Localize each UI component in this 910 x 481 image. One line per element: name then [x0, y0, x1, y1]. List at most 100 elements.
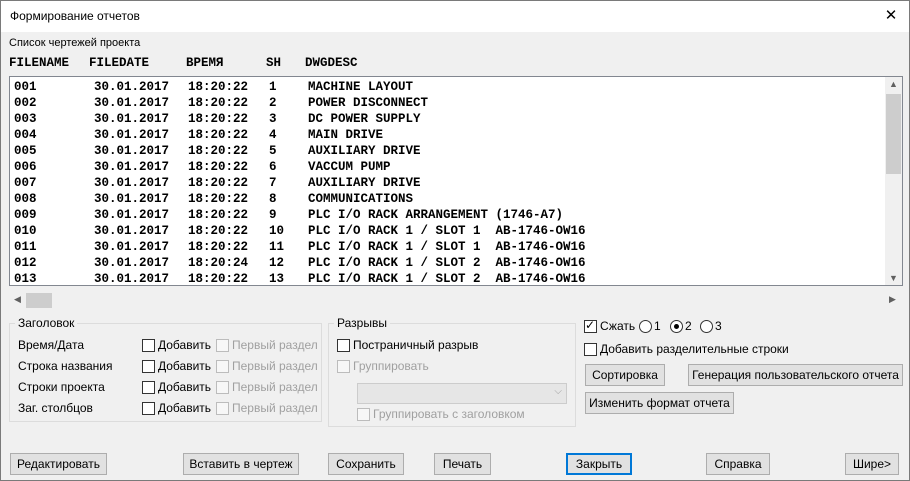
scroll-down-icon[interactable]: ▼: [885, 273, 902, 283]
table-row[interactable]: 005 30.01.2017 18:20:22 5 AUXILIARY DRIVE: [10, 143, 884, 159]
cell-sh: 7: [269, 176, 277, 190]
header-add-checkbox[interactable]: [142, 339, 155, 352]
cell-desc: AUXILIARY DRIVE: [308, 144, 421, 158]
cell-time: 18:20:22: [188, 208, 249, 222]
col-time[interactable]: ВРЕМЯ: [186, 56, 224, 70]
header-first-section-checkbox[interactable]: [216, 381, 229, 394]
cell-time: 18:20:22: [188, 80, 249, 94]
cell-sh: 4: [269, 128, 277, 142]
col-sh[interactable]: SH: [266, 56, 281, 70]
header-add-checkbox[interactable]: [142, 402, 155, 415]
header-first-section-checkbox[interactable]: [216, 360, 229, 373]
cell-filename: 002: [14, 96, 37, 110]
compress-radio-1[interactable]: [639, 320, 652, 333]
help-button[interactable]: Справка: [706, 453, 770, 475]
print-button[interactable]: Печать: [434, 453, 491, 475]
header-add-label: Добавить: [158, 338, 212, 352]
col-filedate[interactable]: FILEDATE: [89, 56, 149, 70]
cell-time: 18:20:22: [188, 144, 249, 158]
wider-button[interactable]: Шире>: [845, 453, 899, 475]
cell-desc: AUXILIARY DRIVE: [308, 176, 421, 190]
header-first-section-checkbox[interactable]: [216, 339, 229, 352]
col-filename[interactable]: FILENAME: [9, 56, 69, 70]
vertical-scrollbar[interactable]: ▲ ▼: [885, 77, 902, 285]
header-add-label: Добавить: [158, 380, 212, 394]
close-icon[interactable]: ✕: [879, 5, 903, 27]
header-add-label: Добавить: [158, 359, 212, 373]
table-row[interactable]: 004 30.01.2017 18:20:22 4 MAIN DRIVE: [10, 127, 884, 143]
separator-rows-label: Добавить разделительные строки: [600, 342, 789, 356]
page-break-label: Постраничный разрыв: [353, 338, 479, 352]
header-add-checkbox[interactable]: [142, 381, 155, 394]
scroll-up-icon[interactable]: ▲: [885, 79, 902, 89]
cell-filename: 010: [14, 224, 37, 238]
edit-button[interactable]: Редактировать: [10, 453, 107, 475]
cell-sh: 8: [269, 192, 277, 206]
cell-filedate: 30.01.2017: [94, 272, 170, 286]
vertical-scroll-thumb[interactable]: [886, 94, 901, 174]
cell-time: 18:20:22: [188, 112, 249, 126]
sort-button[interactable]: Сортировка: [585, 364, 665, 386]
cell-filedate: 30.01.2017: [94, 80, 170, 94]
cell-filename: 012: [14, 256, 37, 270]
horizontal-scroll-thumb[interactable]: [26, 293, 52, 308]
scroll-right-icon[interactable]: ▶: [884, 294, 901, 305]
drawing-list[interactable]: 001 30.01.2017 18:20:22 1 MACHINE LAYOUT 002 3…: [9, 76, 903, 286]
cell-time: 18:20:22: [188, 176, 249, 190]
table-row[interactable]: 002 30.01.2017 18:20:22 2 POWER DISCONNECT: [10, 95, 884, 111]
header-first-section-checkbox[interactable]: [216, 402, 229, 415]
table-row[interactable]: 006 30.01.2017 18:20:22 6 VACCUM PUMP: [10, 159, 884, 175]
cell-time: 18:20:22: [188, 128, 249, 142]
col-dwgdesc[interactable]: DWGDESC: [305, 56, 358, 70]
table-row[interactable]: 010 30.01.2017 18:20:22 10 PLC I/O RACK 1 / …: [10, 223, 884, 239]
compress-radio-3-label: 3: [715, 319, 722, 333]
change-format-button[interactable]: Изменить формат отчета: [585, 392, 734, 414]
cell-filedate: 30.01.2017: [94, 192, 170, 206]
header-row-label: Строки проекта: [18, 380, 105, 394]
cell-sh: 5: [269, 144, 277, 158]
compress-checkbox[interactable]: [584, 318, 597, 333]
cell-time: 18:20:22: [188, 272, 249, 286]
compress-radio-2[interactable]: [670, 320, 683, 333]
table-row[interactable]: 001 30.01.2017 18:20:22 1 MACHINE LAYOUT: [10, 79, 884, 95]
table-row[interactable]: 003 30.01.2017 18:20:22 3 DC POWER SUPPLY: [10, 111, 884, 127]
page-break-checkbox[interactable]: [337, 339, 350, 352]
compress-radio-1-label: 1: [654, 319, 661, 333]
close-button[interactable]: Закрыть: [566, 453, 632, 475]
group-checkbox[interactable]: [337, 360, 350, 373]
breaks-group-title: Разрывы: [334, 316, 390, 330]
header-row-label: Строка названия: [18, 359, 113, 373]
cell-filename: 013: [14, 272, 37, 286]
separator-rows-checkbox[interactable]: [584, 343, 597, 356]
header-first-section-label: Первый раздел: [232, 401, 318, 415]
insert-into-drawing-button[interactable]: Вставить в чертеж: [183, 453, 299, 475]
table-row[interactable]: 009 30.01.2017 18:20:22 9 PLC I/O RACK ARRAN…: [10, 207, 884, 223]
table-row[interactable]: 007 30.01.2017 18:20:22 7 AUXILIARY DRIVE: [10, 175, 884, 191]
user-report-button[interactable]: Генерация пользовательского отчета: [688, 364, 903, 386]
table-row[interactable]: 012 30.01.2017 18:20:24 12 PLC I/O RACK 1 / …: [10, 255, 884, 271]
table-row[interactable]: 008 30.01.2017 18:20:22 8 COMMUNICATIONS: [10, 191, 884, 207]
group-with-header-checkbox[interactable]: [357, 408, 370, 421]
scroll-left-icon[interactable]: ◀: [9, 294, 26, 305]
cell-sh: 9: [269, 208, 277, 222]
cell-filedate: 30.01.2017: [94, 208, 170, 222]
cell-sh: 2: [269, 96, 277, 110]
horizontal-scrollbar[interactable]: ◀ ▶: [9, 292, 901, 309]
header-add-checkbox[interactable]: [142, 360, 155, 373]
group-label: Группировать: [353, 359, 429, 373]
group-select[interactable]: ⌵: [357, 383, 567, 404]
list-header: FILENAME FILEDATE ВРЕМЯ SH DWGDESC: [9, 56, 889, 72]
cell-filedate: 30.01.2017: [94, 112, 170, 126]
cell-time: 18:20:22: [188, 240, 249, 254]
table-row[interactable]: 013 30.01.2017 18:20:22 13 PLC I/O RACK 1 / …: [10, 271, 884, 286]
cell-sh: 6: [269, 160, 277, 174]
cell-desc: MACHINE LAYOUT: [308, 80, 414, 94]
cell-time: 18:20:22: [188, 224, 249, 238]
cell-time: 18:20:22: [188, 192, 249, 206]
cell-filedate: 30.01.2017: [94, 144, 170, 158]
table-row[interactable]: 011 30.01.2017 18:20:22 11 PLC I/O RACK 1 / …: [10, 239, 884, 255]
save-button[interactable]: Сохранить: [328, 453, 404, 475]
cell-filedate: 30.01.2017: [94, 256, 170, 270]
header-group-title: Заголовок: [15, 316, 78, 330]
compress-radio-3[interactable]: [700, 320, 713, 333]
